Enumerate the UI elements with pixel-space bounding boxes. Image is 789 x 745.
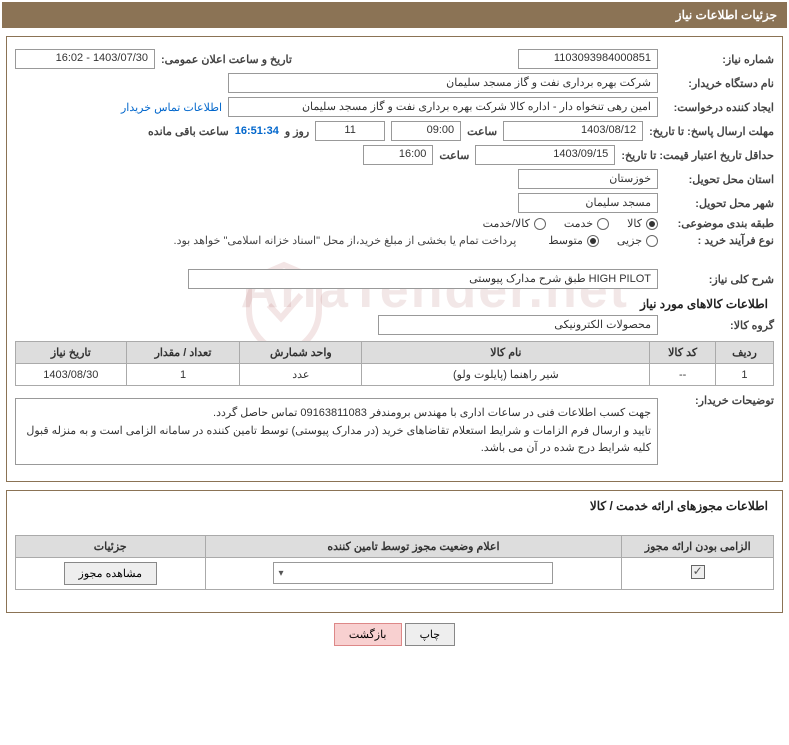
status-select[interactable]: ▾ bbox=[273, 562, 553, 584]
cell-mandatory bbox=[622, 557, 774, 589]
group-label: گروه کالا: bbox=[664, 319, 774, 332]
th-row: ردیف bbox=[715, 342, 773, 364]
buyer-org-label: نام دستگاه خریدار: bbox=[664, 77, 774, 90]
buyer-notes-line2: تایید و ارسال فرم الزامات و شرایط استعلا… bbox=[22, 423, 651, 458]
page-header: جزئیات اطلاعات نیاز bbox=[2, 2, 787, 28]
th-mandatory: الزامی بودن ارائه مجوز bbox=[622, 535, 774, 557]
remaining-time: 16:51:34 bbox=[235, 125, 279, 137]
cell-status: ▾ bbox=[205, 557, 622, 589]
city-label: شهر محل تحویل: bbox=[664, 197, 774, 210]
radio-service-label: خدمت bbox=[564, 217, 593, 230]
th-code: کد کالا bbox=[650, 342, 715, 364]
cell-row: 1 bbox=[715, 364, 773, 386]
need-number-value: 1103093984000851 bbox=[518, 49, 658, 69]
page-title: جزئیات اطلاعات نیاز bbox=[676, 8, 777, 22]
goods-info-title: اطلاعات کالاهای مورد نیاز bbox=[21, 297, 768, 311]
radio-goods[interactable] bbox=[646, 218, 658, 230]
table-row: 1 -- شیر راهنما (پایلوت ولو) عدد 1 1403/… bbox=[16, 364, 774, 386]
permits-title: اطلاعات مجوزهای ارائه خدمت / کالا bbox=[21, 499, 768, 513]
validity-date: 1403/09/15 bbox=[475, 145, 615, 165]
cell-code: -- bbox=[650, 364, 715, 386]
deadline-date: 1403/08/12 bbox=[503, 121, 643, 141]
announce-value: 1403/07/30 - 16:02 bbox=[15, 49, 155, 69]
permits-row: ▾ مشاهده مجوز bbox=[16, 557, 774, 589]
main-info-section: شماره نیاز: 1103093984000851 تاریخ و ساع… bbox=[6, 36, 783, 482]
th-qty: تعداد / مقدار bbox=[126, 342, 240, 364]
chevron-down-icon: ▾ bbox=[278, 568, 283, 579]
th-status: اعلام وضعیت مجوز توسط تامین کننده bbox=[205, 535, 622, 557]
cell-qty: 1 bbox=[126, 364, 240, 386]
payment-note: پرداخت تمام یا بخشی از مبلغ خرید،از محل … bbox=[174, 234, 517, 247]
action-buttons: چاپ بازگشت bbox=[2, 623, 787, 646]
desc-label: شرح کلی نیاز: bbox=[664, 273, 774, 286]
days-label: روز و bbox=[285, 125, 309, 138]
buyer-notes-line1: جهت کسب اطلاعات فنی در ساعات اداری با مه… bbox=[22, 405, 651, 423]
deadline-label: مهلت ارسال پاسخ: تا تاریخ: bbox=[649, 125, 774, 138]
desc-value: HIGH PILOT طبق شرح مدارک پیوستی bbox=[188, 269, 658, 289]
city-value: مسجد سلیمان bbox=[518, 193, 658, 213]
requester-value: امین رهی تنخواه دار - اداره کالا شرکت به… bbox=[228, 97, 658, 117]
radio-goods-label: کالا bbox=[627, 217, 642, 230]
view-permit-button[interactable]: مشاهده مجوز bbox=[64, 562, 157, 585]
buyer-contact-link[interactable]: اطلاعات تماس خریدار bbox=[121, 101, 222, 114]
group-value: محصولات الکترونیکی bbox=[378, 315, 658, 335]
th-date: تاریخ نیاز bbox=[16, 342, 127, 364]
mandatory-checkbox[interactable] bbox=[691, 565, 705, 579]
print-button[interactable]: چاپ bbox=[405, 623, 456, 646]
validity-label: حداقل تاریخ اعتبار قیمت: تا تاریخ: bbox=[621, 149, 774, 162]
days-remaining: 11 bbox=[315, 121, 385, 141]
process-radio-group: جزیی متوسط bbox=[548, 234, 658, 247]
buyer-notes-box: جهت کسب اطلاعات فنی در ساعات اداری با مه… bbox=[15, 398, 658, 465]
province-value: خوزستان bbox=[518, 169, 658, 189]
radio-medium-label: متوسط bbox=[548, 234, 583, 247]
announce-label: تاریخ و ساعت اعلان عمومی: bbox=[161, 53, 292, 66]
deadline-time: 09:00 bbox=[391, 121, 461, 141]
deadline-time-label: ساعت bbox=[467, 125, 497, 138]
province-label: استان محل تحویل: bbox=[664, 173, 774, 186]
th-details: جزئیات bbox=[16, 535, 206, 557]
radio-partial-label: جزیی bbox=[617, 234, 642, 247]
need-number-label: شماره نیاز: bbox=[664, 53, 774, 66]
radio-service[interactable] bbox=[597, 218, 609, 230]
permits-section: اطلاعات مجوزهای ارائه خدمت / کالا الزامی… bbox=[6, 490, 783, 613]
cell-unit: عدد bbox=[240, 364, 362, 386]
cell-details: مشاهده مجوز bbox=[16, 557, 206, 589]
requester-label: ایجاد کننده درخواست: bbox=[664, 101, 774, 114]
back-button[interactable]: بازگشت bbox=[334, 623, 402, 646]
radio-medium[interactable] bbox=[587, 235, 599, 247]
th-name: نام کالا bbox=[362, 342, 650, 364]
radio-goods-service[interactable] bbox=[534, 218, 546, 230]
radio-goods-service-label: کالا/خدمت bbox=[483, 217, 530, 230]
category-radio-group: کالا خدمت کالا/خدمت bbox=[483, 217, 658, 230]
buyer-org-value: شرکت بهره برداری نفت و گاز مسجد سلیمان bbox=[228, 73, 658, 93]
cell-date: 1403/08/30 bbox=[16, 364, 127, 386]
category-label: طبقه بندی موضوعی: bbox=[664, 217, 774, 230]
cell-name: شیر راهنما (پایلوت ولو) bbox=[362, 364, 650, 386]
process-label: نوع فرآیند خرید : bbox=[664, 234, 774, 247]
th-unit: واحد شمارش bbox=[240, 342, 362, 364]
validity-time-label: ساعت bbox=[439, 149, 469, 162]
radio-partial[interactable] bbox=[646, 235, 658, 247]
goods-table: ردیف کد کالا نام کالا واحد شمارش تعداد /… bbox=[15, 341, 774, 386]
remaining-label: ساعت باقی مانده bbox=[148, 125, 229, 138]
buyer-notes-label: توضیحات خریدار: bbox=[664, 394, 774, 407]
validity-time: 16:00 bbox=[363, 145, 433, 165]
permits-table: الزامی بودن ارائه مجوز اعلام وضعیت مجوز … bbox=[15, 535, 774, 590]
